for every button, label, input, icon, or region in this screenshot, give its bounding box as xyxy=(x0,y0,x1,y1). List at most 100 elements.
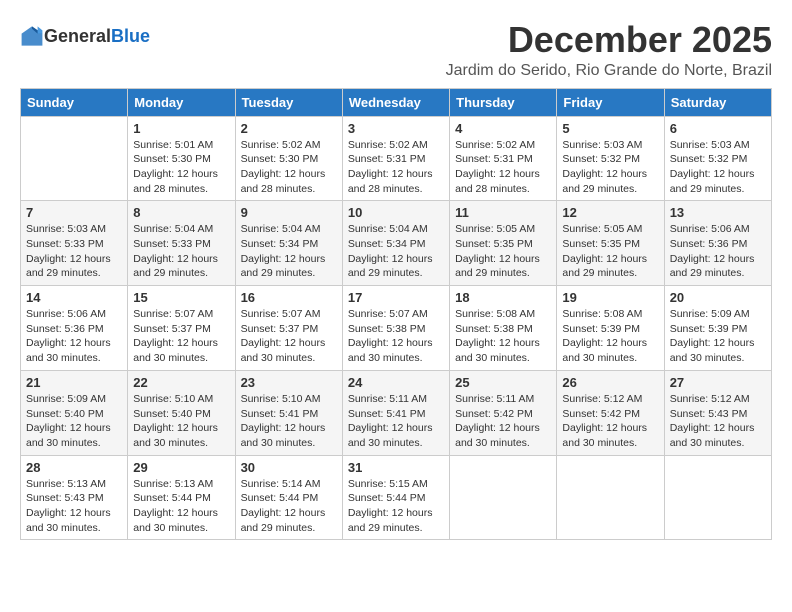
calendar-cell xyxy=(21,116,128,201)
day-info: Sunrise: 5:10 AMSunset: 5:41 PMDaylight:… xyxy=(241,392,337,451)
calendar-cell: 29Sunrise: 5:13 AMSunset: 5:44 PMDayligh… xyxy=(128,455,235,540)
day-number: 24 xyxy=(348,375,444,390)
calendar-week-row: 14Sunrise: 5:06 AMSunset: 5:36 PMDayligh… xyxy=(21,286,772,371)
day-number: 25 xyxy=(455,375,551,390)
day-number: 26 xyxy=(562,375,658,390)
calendar-cell: 13 Sunrise: 5:06 AMSunset: 5:36 PMDayligh… xyxy=(664,201,771,286)
day-info: Sunrise: 5:08 AMSunset: 5:38 PMDaylight:… xyxy=(455,307,551,366)
calendar-cell: 16 Sunrise: 5:07 AMSunset: 5:37 PMDayligh… xyxy=(235,286,342,371)
day-number: 27 xyxy=(670,375,766,390)
day-info: Sunrise: 5:08 AMSunset: 5:39 PMDaylight:… xyxy=(562,307,658,366)
day-info: Sunrise: 5:03 AMSunset: 5:32 PMDaylight:… xyxy=(562,138,658,197)
day-info: Sunrise: 5:03 AMSunset: 5:32 PMDaylight:… xyxy=(670,138,766,197)
calendar-cell: 4 Sunrise: 5:02 AMSunset: 5:31 PMDaylight… xyxy=(450,116,557,201)
day-number: 7 xyxy=(26,205,122,220)
calendar-cell: 15 Sunrise: 5:07 AMSunset: 5:37 PMDayligh… xyxy=(128,286,235,371)
calendar-cell xyxy=(450,455,557,540)
day-number: 4 xyxy=(455,121,551,136)
calendar-cell: 25 Sunrise: 5:11 AMSunset: 5:42 PMDayligh… xyxy=(450,370,557,455)
day-number: 21 xyxy=(26,375,122,390)
calendar-cell: 9 Sunrise: 5:04 AMSunset: 5:34 PMDaylight… xyxy=(235,201,342,286)
day-number: 6 xyxy=(670,121,766,136)
calendar-cell: 27Sunrise: 5:12 AMSunset: 5:43 PMDayligh… xyxy=(664,370,771,455)
logo-blue-text: Blue xyxy=(111,26,150,46)
calendar-week-row: 1 Sunrise: 5:01 AMSunset: 5:30 PMDaylight… xyxy=(21,116,772,201)
calendar-week-row: 21Sunrise: 5:09 AMSunset: 5:40 PMDayligh… xyxy=(21,370,772,455)
calendar-week-row: 28 Sunrise: 5:13 AMSunset: 5:43 PMDayligh… xyxy=(21,455,772,540)
logo-icon xyxy=(20,24,44,48)
day-info: Sunrise: 5:05 AMSunset: 5:35 PMDaylight:… xyxy=(562,222,658,281)
calendar-cell: 20Sunrise: 5:09 AMSunset: 5:39 PMDayligh… xyxy=(664,286,771,371)
calendar-cell: 21Sunrise: 5:09 AMSunset: 5:40 PMDayligh… xyxy=(21,370,128,455)
day-info: Sunrise: 5:06 AMSunset: 5:36 PMDaylight:… xyxy=(670,222,766,281)
day-info: Sunrise: 5:07 AMSunset: 5:37 PMDaylight:… xyxy=(133,307,229,366)
day-number: 5 xyxy=(562,121,658,136)
calendar-cell: 17 Sunrise: 5:07 AMSunset: 5:38 PMDayligh… xyxy=(342,286,449,371)
day-info: Sunrise: 5:11 AMSunset: 5:42 PMDaylight:… xyxy=(455,392,551,451)
calendar-cell: 30 Sunrise: 5:14 AMSunset: 5:44 PMDayligh… xyxy=(235,455,342,540)
day-number: 15 xyxy=(133,290,229,305)
weekday-header-thursday: Thursday xyxy=(450,88,557,116)
day-info: Sunrise: 5:04 AMSunset: 5:34 PMDaylight:… xyxy=(348,222,444,281)
day-number: 16 xyxy=(241,290,337,305)
day-info: Sunrise: 5:12 AMSunset: 5:42 PMDaylight:… xyxy=(562,392,658,451)
calendar-cell: 10Sunrise: 5:04 AMSunset: 5:34 PMDayligh… xyxy=(342,201,449,286)
day-info: Sunrise: 5:02 AMSunset: 5:31 PMDaylight:… xyxy=(455,138,551,197)
day-info: Sunrise: 5:10 AMSunset: 5:40 PMDaylight:… xyxy=(133,392,229,451)
calendar-cell: 6 Sunrise: 5:03 AMSunset: 5:32 PMDaylight… xyxy=(664,116,771,201)
day-info: Sunrise: 5:04 AMSunset: 5:33 PMDaylight:… xyxy=(133,222,229,281)
calendar-cell: 23 Sunrise: 5:10 AMSunset: 5:41 PMDayligh… xyxy=(235,370,342,455)
calendar-cell: 2 Sunrise: 5:02 AMSunset: 5:30 PMDaylight… xyxy=(235,116,342,201)
calendar-cell: 19Sunrise: 5:08 AMSunset: 5:39 PMDayligh… xyxy=(557,286,664,371)
calendar-cell: 12Sunrise: 5:05 AMSunset: 5:35 PMDayligh… xyxy=(557,201,664,286)
calendar-cell: 1 Sunrise: 5:01 AMSunset: 5:30 PMDaylight… xyxy=(128,116,235,201)
calendar-cell: 26 Sunrise: 5:12 AMSunset: 5:42 PMDayligh… xyxy=(557,370,664,455)
location-title: Jardim do Serido, Rio Grande do Norte, B… xyxy=(446,62,772,80)
calendar-cell: 18 Sunrise: 5:08 AMSunset: 5:38 PMDayligh… xyxy=(450,286,557,371)
weekday-header-row: SundayMondayTuesdayWednesdayThursdayFrid… xyxy=(21,88,772,116)
day-number: 30 xyxy=(241,460,337,475)
day-number: 14 xyxy=(26,290,122,305)
weekday-header-wednesday: Wednesday xyxy=(342,88,449,116)
day-info: Sunrise: 5:04 AMSunset: 5:34 PMDaylight:… xyxy=(241,222,337,281)
calendar-cell: 8Sunrise: 5:04 AMSunset: 5:33 PMDaylight… xyxy=(128,201,235,286)
calendar-cell: 14Sunrise: 5:06 AMSunset: 5:36 PMDayligh… xyxy=(21,286,128,371)
weekday-header-sunday: Sunday xyxy=(21,88,128,116)
weekday-header-friday: Friday xyxy=(557,88,664,116)
day-info: Sunrise: 5:05 AMSunset: 5:35 PMDaylight:… xyxy=(455,222,551,281)
calendar-cell: 28 Sunrise: 5:13 AMSunset: 5:43 PMDayligh… xyxy=(21,455,128,540)
day-info: Sunrise: 5:11 AMSunset: 5:41 PMDaylight:… xyxy=(348,392,444,451)
title-area: December 2025 Jardim do Serido, Rio Gran… xyxy=(446,20,772,80)
day-info: Sunrise: 5:01 AMSunset: 5:30 PMDaylight:… xyxy=(133,138,229,197)
weekday-header-tuesday: Tuesday xyxy=(235,88,342,116)
day-info: Sunrise: 5:03 AMSunset: 5:33 PMDaylight:… xyxy=(26,222,122,281)
day-number: 2 xyxy=(241,121,337,136)
day-number: 29 xyxy=(133,460,229,475)
day-info: Sunrise: 5:02 AMSunset: 5:30 PMDaylight:… xyxy=(241,138,337,197)
calendar-cell: 22 Sunrise: 5:10 AMSunset: 5:40 PMDayligh… xyxy=(128,370,235,455)
day-number: 13 xyxy=(670,205,766,220)
day-number: 23 xyxy=(241,375,337,390)
day-number: 18 xyxy=(455,290,551,305)
day-info: Sunrise: 5:15 AMSunset: 5:44 PMDaylight:… xyxy=(348,477,444,536)
day-number: 20 xyxy=(670,290,766,305)
calendar-header: SundayMondayTuesdayWednesdayThursdayFrid… xyxy=(21,88,772,116)
day-number: 11 xyxy=(455,205,551,220)
day-number: 17 xyxy=(348,290,444,305)
day-info: Sunrise: 5:02 AMSunset: 5:31 PMDaylight:… xyxy=(348,138,444,197)
day-info: Sunrise: 5:14 AMSunset: 5:44 PMDaylight:… xyxy=(241,477,337,536)
day-number: 9 xyxy=(241,205,337,220)
day-info: Sunrise: 5:13 AMSunset: 5:43 PMDaylight:… xyxy=(26,477,122,536)
day-info: Sunrise: 5:07 AMSunset: 5:38 PMDaylight:… xyxy=(348,307,444,366)
calendar-body: 1 Sunrise: 5:01 AMSunset: 5:30 PMDaylight… xyxy=(21,116,772,540)
day-info: Sunrise: 5:07 AMSunset: 5:37 PMDaylight:… xyxy=(241,307,337,366)
day-number: 3 xyxy=(348,121,444,136)
logo: GeneralBlue xyxy=(20,24,150,48)
day-number: 1 xyxy=(133,121,229,136)
day-number: 31 xyxy=(348,460,444,475)
calendar-week-row: 7 Sunrise: 5:03 AMSunset: 5:33 PMDaylight… xyxy=(21,201,772,286)
calendar-cell: 11 Sunrise: 5:05 AMSunset: 5:35 PMDayligh… xyxy=(450,201,557,286)
day-number: 22 xyxy=(133,375,229,390)
day-number: 28 xyxy=(26,460,122,475)
calendar-table: SundayMondayTuesdayWednesdayThursdayFrid… xyxy=(20,88,772,541)
